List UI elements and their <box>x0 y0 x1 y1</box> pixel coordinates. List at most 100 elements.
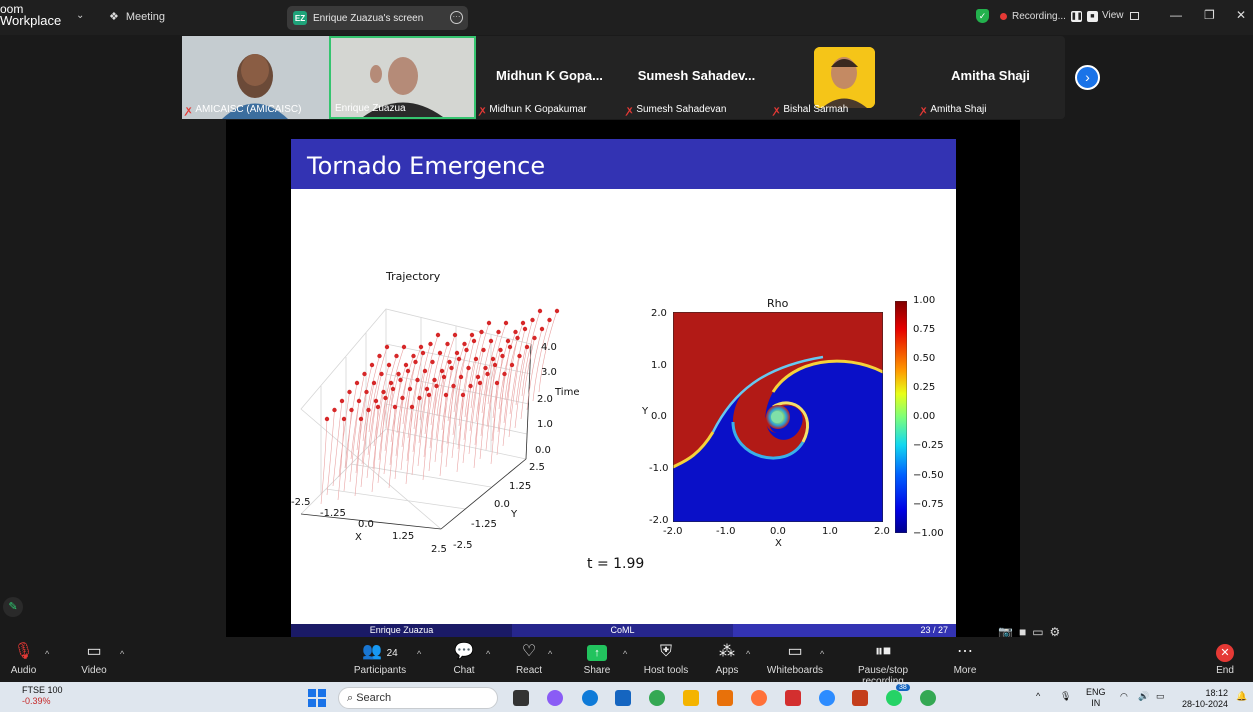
trajectory-strand <box>452 349 467 436</box>
task-view-icon[interactable] <box>513 690 529 706</box>
store-icon[interactable] <box>615 690 631 706</box>
acrobat-icon[interactable] <box>785 690 801 706</box>
wifi-icon[interactable]: ◠ <box>1120 691 1128 702</box>
video-options-caret-icon[interactable]: ^ <box>120 649 124 659</box>
chrome-icon[interactable] <box>649 690 665 706</box>
participant-strip: ꭗ AMICAISC (AMICAISC) Enrique Zuazua Mid… <box>182 36 1065 119</box>
colorbar-tick: 0.00 <box>913 411 936 422</box>
volume-icon[interactable]: 🔊 <box>1138 691 1149 702</box>
trajectory-point <box>377 353 382 359</box>
apps-button[interactable]: ⁂ Apps <box>713 641 741 676</box>
colorbar-tick: −1.00 <box>913 528 944 539</box>
participant-name: Sumesh Sahadevan <box>636 103 727 115</box>
share-button[interactable]: ↑ Share <box>583 641 611 676</box>
audio-button[interactable]: 🎙 Audio <box>10 641 37 676</box>
chat-caret-icon[interactable]: ^ <box>486 649 490 659</box>
react-button[interactable]: ♡ React <box>514 641 544 676</box>
trajectory-point <box>390 386 396 392</box>
traj-z-tick: 1.0 <box>537 419 553 430</box>
brand-line2: Workplace <box>0 13 62 28</box>
trajectory-point <box>517 353 522 359</box>
taskbar-clock[interactable]: 18:12 28-10-2024 <box>1182 688 1228 710</box>
chevron-down-icon[interactable]: ⌄ <box>76 10 84 21</box>
host-tools-button[interactable]: ⛨ Host tools <box>643 641 689 676</box>
participant-tile[interactable]: ꭗ AMICAISC (AMICAISC) <box>182 36 329 119</box>
shield-icon: ⛨ <box>659 643 672 660</box>
participants-button[interactable]: 👥 24 Participants <box>353 641 407 676</box>
participant-tile[interactable]: ꭗ Bishal Sarmah <box>770 36 917 119</box>
restore-icon[interactable]: ❐ <box>1204 8 1215 22</box>
share-caret-icon[interactable]: ^ <box>623 649 627 659</box>
more-options-icon[interactable]: ··· <box>450 11 463 24</box>
mic-muted-icon: 🎙 <box>13 643 34 660</box>
pause-stop-recording-button[interactable]: ⏸⏹ Pause/stop recording <box>838 641 928 687</box>
powerpoint-icon[interactable] <box>852 690 868 706</box>
language-indicator[interactable]: ENG IN <box>1086 687 1106 709</box>
participant-tile[interactable]: Amitha Shaji ꭗ Amitha Shaji <box>917 36 1064 119</box>
microphone-tray-icon[interactable]: 🎙 <box>1060 691 1071 702</box>
trajectory-point <box>430 359 435 365</box>
recording-indicator: ✓ Recording... ❚❚ ■ <box>976 9 1098 23</box>
notification-bell-icon[interactable]: 🔔 <box>1236 691 1247 702</box>
trajectory-point <box>428 341 433 347</box>
end-button[interactable]: ✕ End <box>1214 641 1236 676</box>
trajectory-point <box>364 389 369 395</box>
trajectory-point <box>371 380 377 386</box>
battery-icon[interactable]: ▭ <box>1156 691 1165 702</box>
mic-muted-icon: ꭗ <box>627 105 633 116</box>
show-hidden-icons-chevron-icon[interactable]: ^ <box>1036 691 1040 702</box>
pause-recording-button[interactable]: ❚❚ <box>1070 10 1083 22</box>
participant-tile[interactable]: Midhun K Gopa... ꭗ Midhun K Gopakumar <box>476 36 623 119</box>
edge-icon[interactable] <box>582 690 598 706</box>
windows-start-icon[interactable] <box>308 689 326 707</box>
rho-x-tick: 0.0 <box>770 526 786 537</box>
trajectory-point <box>469 332 475 338</box>
whiteboards-caret-icon[interactable]: ^ <box>820 649 824 659</box>
recording-dot-icon <box>1000 12 1007 20</box>
more-label: More <box>953 665 977 676</box>
whiteboards-button[interactable]: ▭ Whiteboards <box>766 641 824 676</box>
minimize-icon[interactable]: — <box>1170 8 1182 22</box>
video-button[interactable]: ▭ Video <box>80 641 108 676</box>
react-caret-icon[interactable]: ^ <box>548 649 552 659</box>
trajectory-point <box>547 317 552 323</box>
trajectory-point <box>530 317 535 323</box>
encryption-shield-icon[interactable]: ✓ <box>976 9 989 23</box>
matlab-icon[interactable] <box>717 690 733 706</box>
trajectory-point <box>537 308 543 314</box>
taskbar-search[interactable]: ⌕ Search <box>338 687 498 709</box>
chat-button[interactable]: 💬 Chat <box>450 641 478 676</box>
next-participants-arrow-icon[interactable]: › <box>1075 65 1100 90</box>
stop-recording-button[interactable]: ■ <box>1086 10 1098 22</box>
trajectory-point <box>388 380 394 386</box>
trajectory-point <box>373 398 379 404</box>
participant-tile[interactable]: Sumesh Sahadev... ꭗ Sumesh Sahadevan <box>623 36 770 119</box>
participant-tile-active-speaker[interactable]: Enrique Zuazua <box>329 36 476 119</box>
whatsapp-icon[interactable] <box>886 690 902 706</box>
trajectory-point <box>441 374 447 380</box>
chrome-profile-icon[interactable] <box>920 690 936 706</box>
shared-screen-indicator[interactable]: EZ Enrique Zuazua's screen ··· <box>287 6 468 30</box>
trajectory-point <box>483 365 488 371</box>
more-button[interactable]: ⋯ More <box>950 641 980 676</box>
close-icon[interactable]: ✕ <box>1236 8 1246 22</box>
copilot-icon[interactable] <box>547 690 563 706</box>
trajectory-point <box>488 338 494 344</box>
firefox-icon[interactable] <box>751 690 767 706</box>
trajectory-point <box>413 359 418 365</box>
apps-caret-icon[interactable]: ^ <box>746 649 750 659</box>
trajectory-point <box>383 395 388 401</box>
trajectory-point <box>485 371 490 377</box>
view-menu[interactable]: View <box>1102 10 1139 21</box>
file-explorer-icon[interactable] <box>683 690 699 706</box>
trajectory-point <box>539 326 545 332</box>
trajectory-point <box>532 335 537 341</box>
meeting-menu[interactable]: ❖ Meeting <box>109 10 165 24</box>
lang-line1: ENG <box>1086 687 1106 697</box>
zoom-icon[interactable] <box>819 690 835 706</box>
audio-options-caret-icon[interactable]: ^ <box>45 649 49 659</box>
trajectory-point <box>458 374 464 380</box>
stock-ticker-widget[interactable]: FTSE 100 -0.39% <box>6 685 63 707</box>
participants-caret-icon[interactable]: ^ <box>417 649 421 659</box>
annotate-pen-icon[interactable]: ✎ <box>3 597 23 617</box>
